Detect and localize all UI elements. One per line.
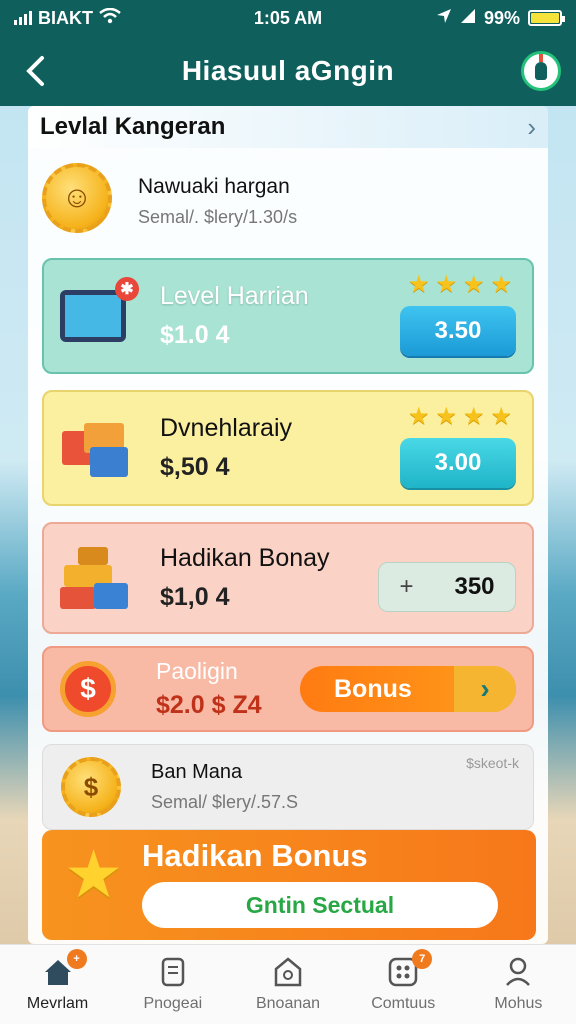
location-icon: [436, 8, 452, 29]
star-icon: ★: [407, 403, 430, 430]
chevron-right-icon: ›: [527, 111, 536, 142]
gift-boxes-icon: [60, 417, 130, 479]
tab-profile[interactable]: Mohus: [461, 945, 576, 1024]
card-name: Paoligin: [156, 658, 238, 684]
bonus-label: Bonus: [334, 674, 412, 703]
section-title: Levlal Kangeran: [40, 113, 226, 140]
signal-icon: [14, 11, 32, 25]
bonus-button[interactable]: Bonus ›: [300, 666, 516, 712]
treasure-boxes-icon: [60, 547, 130, 609]
list-item[interactable]: ☺ Nawuaki hargan Semal/. $lery/1.30/s: [42, 156, 532, 246]
plus-icon: +: [399, 573, 414, 600]
tablet-icon: ✱: [60, 277, 139, 342]
tab-label: Pnogeai: [143, 994, 203, 1012]
status-bar: BIAKT 1:05 AM 99%: [0, 0, 576, 36]
tab-label: Comtuus: [371, 994, 436, 1012]
chevron-left-icon: [26, 56, 44, 86]
list-item[interactable]: $ Ban Mana Semal/ $lery/.57.S $skeot-k: [42, 744, 534, 830]
bonus-card[interactable]: $ Paoligin $2.0 $ Z4 Bonus ›: [42, 646, 534, 732]
banner-title: Hadikan Bonus: [142, 838, 368, 873]
star-icon: ★: [490, 403, 512, 430]
tab-home[interactable]: + Mevrlam: [0, 945, 115, 1024]
content-panel: Levlal Kangeran › ☺ Nawuaki hargan Semal…: [28, 106, 548, 944]
chat-icon: [274, 956, 302, 986]
buy-button-3[interactable]: + 350: [378, 562, 516, 612]
clock: 1:05 AM: [253, 7, 323, 28]
star-icon: ★: [462, 271, 485, 298]
bonus-banner: ★ Hadikan Bonus Gntin Sectual: [42, 830, 536, 940]
header-action-button[interactable]: [506, 36, 576, 106]
tab-badge: +: [66, 948, 87, 969]
carrier-label: BIAKT: [38, 7, 93, 28]
dollar-gear-icon: $: [61, 757, 121, 817]
star-icon: ★: [407, 271, 430, 298]
buy-button-1[interactable]: 3.50: [400, 306, 516, 356]
card-name: Dvnehlaraiy: [160, 414, 293, 442]
item-tag: $skeot-k: [466, 755, 519, 771]
tab-document[interactable]: Pnogeai: [115, 945, 230, 1024]
document-icon: [161, 957, 185, 986]
app-header: Hiasuul aGngin: [0, 36, 576, 106]
star-rating: ★ ★ ★ ★: [408, 402, 512, 431]
tab-badge: 7: [412, 948, 433, 969]
item-name: Ban Mana: [151, 761, 243, 783]
card-price: $,50 4: [160, 453, 230, 481]
bottom-nav: + Mevrlam Pnogeai Bnoanan 7 Comtuus Mohu…: [0, 944, 576, 1024]
battery-icon: [528, 10, 565, 26]
tab-label: Mohus: [494, 994, 543, 1012]
battery-percent: 99%: [483, 7, 520, 28]
signal-strength-icon: [460, 8, 476, 29]
section-header[interactable]: Levlal Kangeran ›: [28, 106, 548, 148]
level-card-3[interactable]: Hadikan Bonay $1,0 4 + 350: [42, 522, 534, 634]
card-price: $2.0 $ Z4: [156, 691, 262, 719]
star-icon: ★: [435, 403, 457, 430]
item-sub: Semal/ $lery/.57.S: [151, 792, 299, 812]
buy-button-2[interactable]: 3.00: [400, 438, 516, 488]
tab-chat[interactable]: Bnoanan: [230, 945, 345, 1024]
star-icon: ★: [462, 403, 485, 430]
card-name: Hadikan Bonay: [160, 544, 330, 572]
star-icon: ★: [64, 837, 124, 911]
level-card-1[interactable]: ✱ Level Harrian $1.0 4 ★ ★ ★ ★ 3.50: [42, 258, 534, 374]
card-price: $1,0 4: [160, 583, 230, 611]
star-icon: ★: [435, 271, 457, 298]
tab-grid[interactable]: 7 Comtuus: [346, 945, 461, 1024]
profile-icon: [506, 957, 531, 986]
sun-gear-icon: ☺: [42, 163, 112, 233]
card-price: $1.0 4: [160, 321, 230, 349]
star-rating: ★ ★ ★ ★: [408, 270, 512, 299]
wifi-icon: [99, 7, 121, 29]
back-button[interactable]: [0, 36, 70, 106]
item-sub: Semal/. $lery/1.30/s: [138, 206, 298, 227]
bottle-icon: [521, 51, 561, 91]
tab-label: Mevrlam: [26, 994, 89, 1012]
arrow-right-icon: ›: [454, 666, 516, 712]
banner-cta-button[interactable]: Gntin Sectual: [142, 882, 498, 928]
dollar-coin-icon: $: [60, 661, 116, 717]
level-card-2[interactable]: Dvnehlaraiy $,50 4 ★ ★ ★ ★ 3.00: [42, 390, 534, 506]
item-name: Nawuaki hargan: [138, 174, 290, 198]
star-icon: ★: [490, 271, 512, 298]
button-value: 350: [454, 573, 495, 600]
tab-label: Bnoanan: [255, 994, 321, 1012]
card-name: Level Harrian: [160, 282, 309, 310]
page-title: Hiasuul aGngin: [181, 55, 395, 86]
